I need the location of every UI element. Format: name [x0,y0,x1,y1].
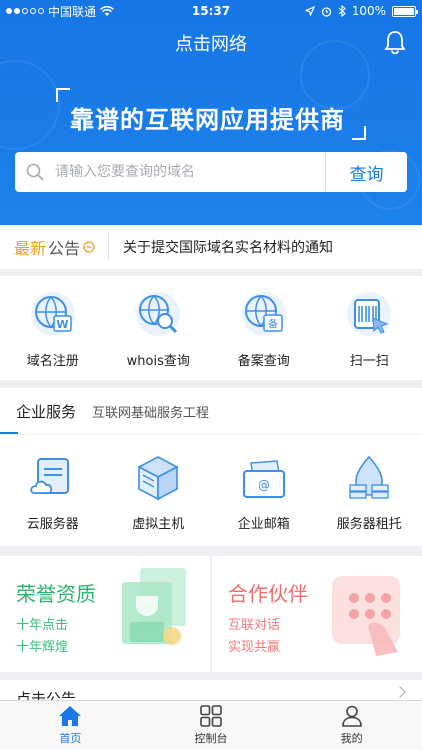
domain-search-bar: 查询 [15,152,407,192]
honor-line: 十年点击 [16,618,69,633]
tab-bar: 首页 控制台 我的 [0,700,422,750]
status-bar: 中国联通 15:37 100% [0,0,422,22]
carrier-name: 中国联通 [48,4,97,19]
user-icon [341,705,362,727]
certificate-icon [122,568,186,645]
tool-label: 备案查询 [237,354,290,369]
megaphone-icon [83,241,95,253]
bell-icon[interactable] [384,30,406,54]
announcement-tag: 最新 公告 [0,235,96,259]
server-hosting-icon [349,455,389,499]
home-icon [59,706,82,726]
services-subtitle: 互联网基础服务工程 [92,405,210,421]
service-label: 企业邮箱 [237,517,290,532]
slogan-corner-mark [56,88,70,102]
whois-search-icon [136,292,181,336]
honor-card[interactable]: 荣誉资质 十年点击 十年辉煌 [0,556,210,672]
domain-register-icon: W [30,292,75,336]
search-icon [15,152,55,192]
service-label: 云服务器 [26,517,79,532]
tab-label: 控制台 [194,732,228,745]
battery-icon [392,5,418,17]
service-label: 服务器租托 [336,517,402,532]
wifi-icon [100,5,114,16]
svg-text:@: @ [258,478,270,492]
service-cloud-server[interactable]: 云服务器 [0,435,106,546]
tab-home[interactable]: 首页 [0,701,141,750]
tool-label: 扫一扫 [349,354,389,369]
virtual-host-icon [137,456,179,501]
page-title: 点击网络 [175,34,247,55]
service-enterprise-mail[interactable]: @ 企业邮箱 [211,435,317,546]
tab-label: 我的 [340,732,363,745]
service-virtual-host[interactable]: 虚拟主机 [106,435,212,546]
scan-icon [347,292,392,336]
quick-tools: W 域名注册 whois查询 备 备案查询 扫一扫 [0,276,422,380]
chevron-right-icon [394,686,406,698]
slogan-corner-mark [352,126,366,140]
hero-slogan: 靠谱的互联网应用提供商 [70,106,345,134]
handshake-icon [332,576,400,656]
announcement-text[interactable]: 关于提交国际域名实名材料的通知 [123,237,333,257]
svg-text:备: 备 [268,318,278,331]
background-decoration [0,60,60,150]
services-grid: 云服务器 虚拟主机 @ 企业邮箱 服务器租托 [0,434,422,546]
location-icon [304,6,315,16]
honor-title: 荣誉资质 [16,582,96,606]
honor-line: 十年辉煌 [16,640,69,655]
tool-label: 域名注册 [26,354,79,369]
header-hero: 中国联通 15:37 100% 点击网络 靠谱的互联网应用提供商 查询 [0,0,422,225]
tool-label: whois查询 [126,354,190,369]
tool-domain-register[interactable]: W 域名注册 [0,276,106,380]
services-header: 企业服务 互联网基础服务工程 [0,388,422,434]
bluetooth-icon [338,5,346,17]
partner-line: 互联对话 [228,618,281,633]
partner-title: 合作伙伴 [228,582,308,606]
tool-scan[interactable]: 扫一扫 [317,276,422,380]
signal-strength-icon [6,8,44,14]
tab-profile[interactable]: 我的 [281,701,422,750]
enterprise-mail-icon: @ [242,460,285,498]
announcement-tag-label: 公告 [48,239,81,258]
svg-text:W: W [56,318,68,331]
search-button[interactable]: 查询 [325,152,407,192]
divider [108,234,110,260]
partner-line: 实现共赢 [228,640,281,655]
icp-record-icon: 备 [241,292,286,336]
battery-percent: 100% [351,4,386,18]
services-title: 企业服务 [16,402,77,421]
announcement-tag-new: 最新 [14,239,47,258]
tool-whois-search[interactable]: whois查询 [106,276,212,380]
tab-console[interactable]: 控制台 [141,701,282,750]
domain-search-input[interactable] [55,152,325,192]
tool-icp-record[interactable]: 备 备案查询 [211,276,317,380]
grid-icon [200,705,222,727]
service-server-hosting[interactable]: 服务器租托 [317,435,422,546]
announcement-bar[interactable]: 最新 公告 关于提交国际域名实名材料的通知 [0,225,422,269]
tab-label: 首页 [59,732,82,745]
partner-card[interactable]: 合作伙伴 互联对话 实现共赢 [212,556,422,672]
cloud-server-icon [30,458,69,494]
alarm-icon [321,6,331,17]
service-label: 虚拟主机 [132,517,185,532]
